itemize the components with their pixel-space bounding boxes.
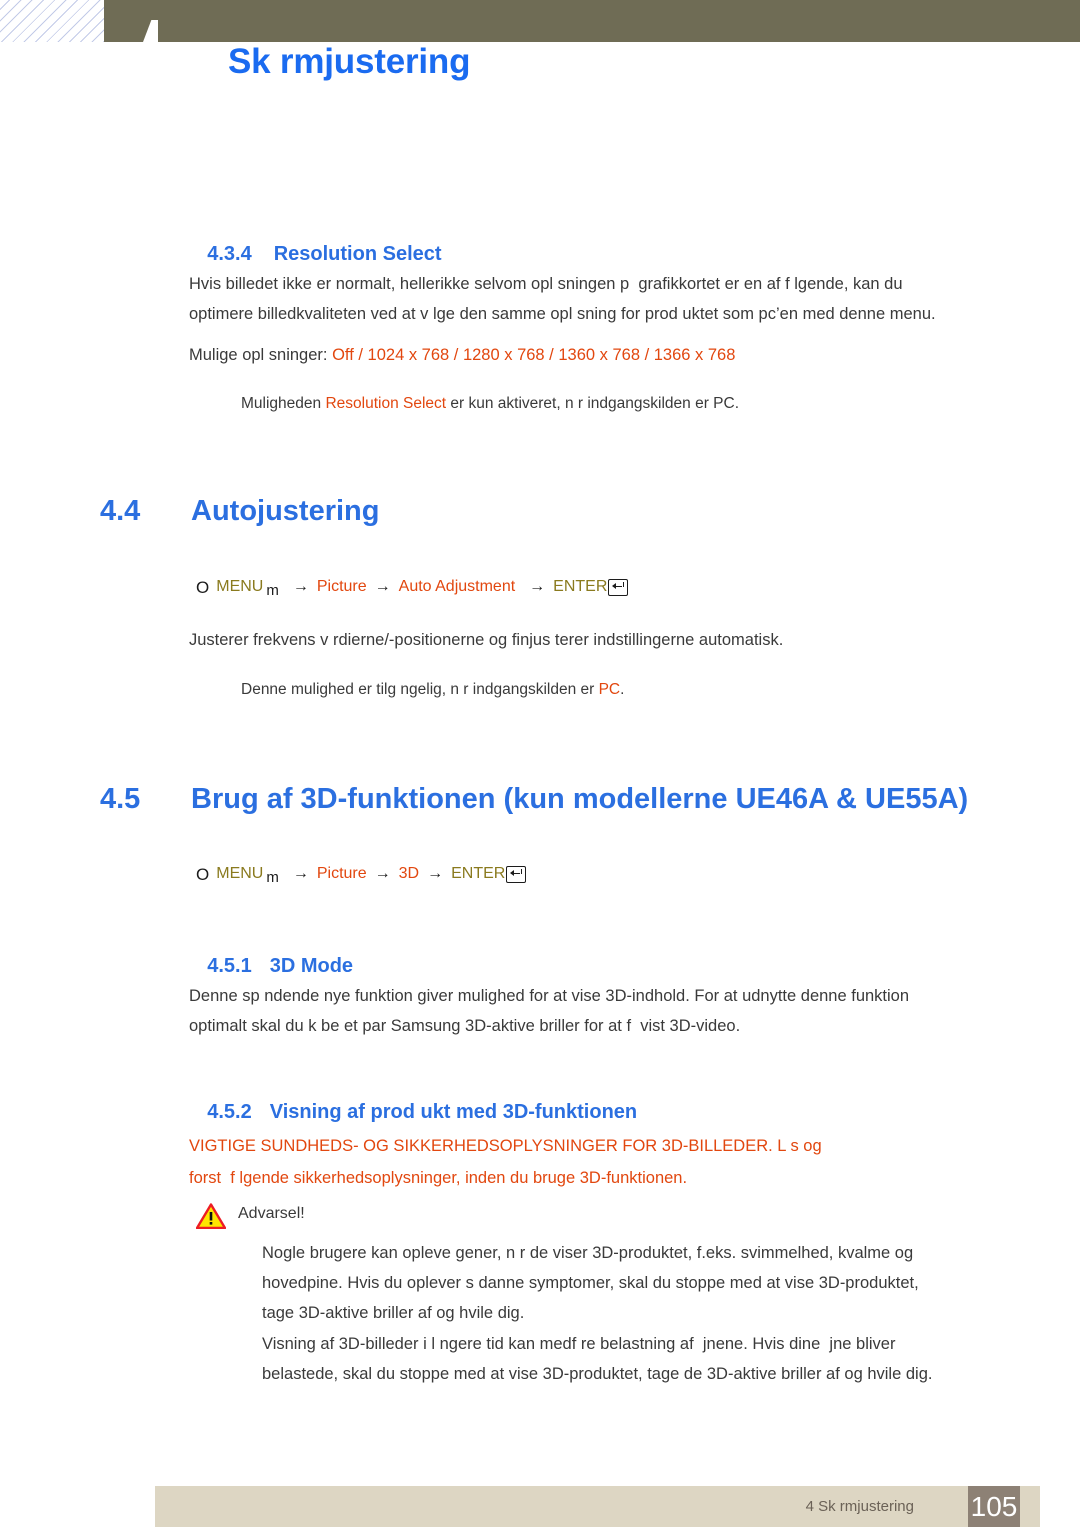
heading-4-5-1-number: 4.5.1 — [207, 955, 252, 977]
note-4-4: Denne mulighed er tilg ngelig, n r indga… — [241, 675, 1031, 704]
heading-4-4-number: 4.4 — [100, 495, 141, 527]
warning-heading-line1: VIGTIGE SUNDHEDS- OG SIKKERHEDSOPLYSNING… — [189, 1137, 822, 1155]
heading-4-3-4-title: Resolution Select — [273, 243, 442, 265]
heading-4-5-title: Brug af 3D-funktionen (kun modellerne UE… — [191, 783, 969, 815]
warning-p2-line1: Visning af 3D-billeder i l ngere tid kan… — [262, 1335, 896, 1353]
page-header: Sk rmjustering — [0, 0, 1080, 125]
header-hatch-decoration — [0, 0, 104, 42]
warning-p2-line2: belastede, skal du stoppe med at vise 3D… — [262, 1365, 933, 1383]
menu-step-picture: Picture — [316, 578, 367, 595]
warning-p1-line2: hovedpine. Hvis du oplever s danne sympt… — [262, 1274, 919, 1292]
menu-path-3d: O MENU m → Picture → 3D → ENTER — [196, 864, 527, 886]
arrow-icon-3: → — [529, 578, 546, 595]
heading-4-5-number: 4.5 — [100, 783, 141, 815]
heading-4-5-2-title: Visning af prod ukt med 3D-funktionen — [269, 1101, 638, 1123]
menu-step-3d: 3D — [398, 865, 420, 882]
menu-path-auto-adjustment: O MENU m → Picture → Auto Adjustment → E… — [196, 577, 629, 599]
menu-step-picture-2: Picture — [316, 865, 367, 882]
resolution-options-line: Mulige opl sninger: Off / 1024 x 768 / 1… — [189, 340, 1019, 371]
menu-label: MENU — [216, 578, 264, 595]
note-resolution-select: Muligheden Resolution Select er kun akti… — [241, 389, 1031, 418]
arrow-icon-4: → — [292, 865, 309, 882]
arrow-icon-6: → — [427, 865, 444, 882]
menu-step-auto-adjustment: Auto Adjustment — [398, 578, 516, 595]
note-4-4-prefix: Denne mulighed er tilg ngelig, n r indga… — [241, 681, 599, 698]
warning-p1-line3: tage 3D-aktive briller af og hvile dig. — [262, 1304, 525, 1322]
warning-triangle-icon — [196, 1203, 226, 1229]
resolution-options-values: Off / 1024 x 768 / 1280 x 768 / 1360 x 7… — [332, 346, 736, 364]
warning-heading-line2: forst f lgende sikkerhedsoplysninger, in… — [189, 1169, 688, 1187]
heading-4-5-2-number: 4.5.2 — [207, 1101, 252, 1123]
chapter-number-notch-bridge — [158, 20, 167, 42]
paragraph-4-5-1-line1: Denne sp ndende nye funktion giver mulig… — [189, 987, 910, 1005]
note-4-4-suffix: . — [620, 681, 625, 698]
menu-label-2: MENU — [216, 865, 264, 882]
menu-enter-label: ENTER — [553, 578, 608, 595]
arrow-icon-5: → — [374, 865, 391, 882]
arrow-icon-2: → — [374, 578, 391, 595]
menu-m-glyph-icon: m — [266, 581, 279, 599]
heading-4-4-title: Autojustering — [191, 495, 380, 527]
footer-chapter-label: 4 Sk rmjustering — [805, 1498, 914, 1515]
note-resolution-highlight: Resolution Select — [325, 395, 447, 412]
menu-bullet-icon: O — [196, 577, 210, 597]
note-4-4-highlight: PC — [598, 681, 621, 698]
paragraph-4-4-body: Justerer frekvens v rdierne/-positionern… — [189, 631, 784, 649]
paragraph-4-3-4-line1: Hvis billedet ikke er normalt, hellerikk… — [189, 275, 903, 293]
enter-key-icon — [608, 578, 629, 596]
page-title: Sk rmjustering — [228, 42, 471, 81]
menu-bullet-icon-2: O — [196, 864, 210, 884]
paragraph-4-5-1-line2: optimalt skal du k be et par Samsung 3D-… — [189, 1017, 741, 1035]
footer-page-number: 105 — [968, 1486, 1020, 1527]
warning-label: Advarsel! — [238, 1205, 305, 1222]
page-footer: 4 Sk rmjustering 105 — [155, 1486, 1040, 1527]
heading-4-5-1-title: 3D Mode — [269, 955, 354, 977]
header-olive-bar — [104, 0, 1080, 42]
note-resolution-suffix: er kun aktiveret, n r indgangskilden er … — [446, 395, 740, 412]
enter-key-icon-2 — [506, 865, 527, 883]
arrow-icon-1: → — [292, 578, 309, 595]
menu-enter-label-2: ENTER — [451, 865, 506, 882]
warning-p1-line1: Nogle brugere kan opleve gener, n r de v… — [262, 1244, 914, 1262]
paragraph-4-3-4-line2: optimere billedkvaliteten ved at v lge d… — [189, 305, 936, 323]
resolution-options-label: Mulige opl sninger: — [189, 346, 333, 364]
heading-4-3-4-number: 4.3.4 — [207, 243, 252, 265]
menu-m-glyph-icon-2: m — [266, 868, 279, 886]
note-resolution-prefix: Muligheden — [241, 395, 326, 412]
